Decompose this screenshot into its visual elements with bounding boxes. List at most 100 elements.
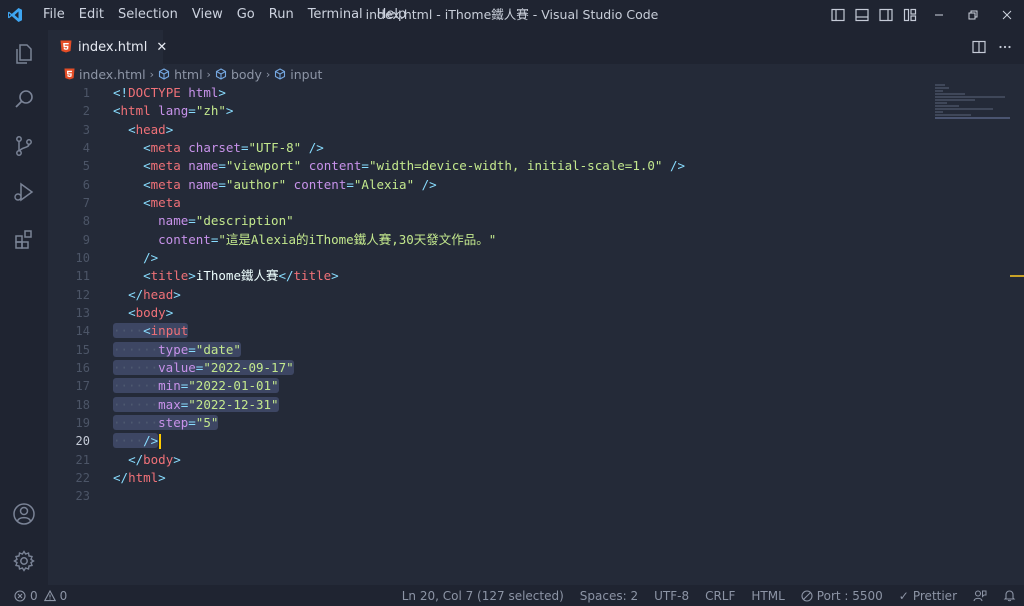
title-bar: File Edit Selection View Go Run Terminal… — [0, 0, 1024, 30]
toggle-primary-sidebar-icon[interactable] — [826, 0, 850, 30]
line-number: 5 — [82, 159, 90, 174]
menu-run[interactable]: Run — [262, 0, 301, 30]
code-line: </head> — [128, 286, 181, 302]
menu-help[interactable]: Help — [370, 0, 414, 30]
line-number: 10 — [75, 250, 90, 265]
code-lines: <!DOCTYPE html> <html lang="zh"> <head> … — [113, 84, 685, 506]
code-line: <!DOCTYPE html> — [113, 85, 226, 100]
breadcrumb-label: input — [290, 66, 323, 82]
menu-bar: File Edit Selection View Go Run Terminal… — [36, 0, 413, 30]
live-server-port[interactable]: Port : 5500 — [793, 589, 891, 603]
line-number: 9 — [82, 232, 90, 247]
line-number: 11 — [75, 269, 90, 284]
split-editor-icon[interactable] — [966, 32, 992, 62]
code-line: </body> — [128, 451, 181, 467]
breadcrumb: index.html › html › body › input — [48, 64, 1024, 84]
restore-icon[interactable] — [956, 0, 990, 30]
editor-actions — [966, 30, 1018, 64]
error-count: 0 — [30, 588, 38, 603]
vscode-logo-icon — [0, 0, 30, 30]
chevron-right-icon: › — [265, 67, 271, 81]
breadcrumb-label: index.html — [79, 66, 146, 82]
prettier-label: Prettier — [912, 588, 957, 603]
line-number: 7 — [82, 195, 90, 210]
encoding[interactable]: UTF-8 — [646, 589, 697, 603]
line-number: 14 — [75, 324, 90, 339]
end-of-line[interactable]: CRLF — [697, 589, 743, 603]
menu-go[interactable]: Go — [230, 0, 262, 30]
code-line: <meta name="author" content="Alexia" /> — [143, 176, 437, 192]
code-line: <meta — [143, 194, 181, 210]
toggle-secondary-sidebar-icon[interactable] — [874, 0, 898, 30]
more-actions-icon[interactable] — [992, 32, 1018, 62]
title-controls — [826, 0, 1024, 30]
vertical-scrollbar[interactable] — [1010, 84, 1024, 585]
breadcrumb-file[interactable]: index.html — [64, 67, 146, 82]
notifications-bell-icon[interactable] — [995, 589, 1024, 602]
search-icon[interactable] — [0, 75, 48, 123]
menu-file[interactable]: File — [36, 0, 72, 30]
problems-indicator[interactable]: 0 0 — [0, 589, 67, 603]
code-line-selected: ······value="2022-09-17" — [113, 359, 294, 375]
breadcrumb-body[interactable]: body — [215, 67, 262, 82]
source-control-icon[interactable] — [0, 122, 48, 170]
blocked-circle-icon — [801, 589, 813, 602]
code-line: <meta name="viewport" content="width=dev… — [143, 158, 686, 174]
explorer-icon[interactable] — [0, 30, 48, 78]
code-line: </html> — [113, 469, 166, 485]
code-line-selected: ····/> — [113, 432, 685, 450]
prettier-status[interactable]: ✓ Prettier — [891, 589, 965, 603]
code-line-selected: ····<input — [113, 323, 189, 339]
line-number: 19 — [75, 415, 90, 430]
line-number: 16 — [75, 360, 90, 375]
customize-layout-icon[interactable] — [898, 0, 922, 30]
html5-file-icon — [64, 68, 75, 80]
code-line-selected: ······step="5" — [113, 414, 219, 430]
menu-edit[interactable]: Edit — [72, 0, 111, 30]
line-number: 2 — [82, 104, 90, 119]
status-bar: 0 0 Ln 20, Col 7 (127 selected) Spaces: … — [0, 585, 1024, 606]
extensions-icon[interactable] — [0, 215, 48, 263]
menu-view[interactable]: View — [185, 0, 230, 30]
feedback-icon[interactable] — [965, 589, 995, 603]
account-icon[interactable] — [0, 490, 48, 538]
tab-label: index.html — [78, 40, 148, 55]
minimize-icon[interactable] — [922, 0, 956, 30]
error-icon — [14, 589, 26, 602]
minimap[interactable] — [935, 84, 1010, 124]
status-bar-right: Ln 20, Col 7 (127 selected) Spaces: 2 UT… — [394, 585, 1024, 606]
run-debug-icon[interactable] — [0, 168, 48, 216]
code-line-selected: ······max="2022-12-31" — [113, 396, 279, 412]
tab-close-icon[interactable]: ✕ — [156, 40, 167, 55]
breadcrumb-html[interactable]: html — [158, 67, 203, 82]
code-line-selected: ······min="2022-01-01" — [113, 378, 279, 394]
cursor-position[interactable]: Ln 20, Col 7 (127 selected) — [394, 589, 572, 603]
line-number: 21 — [75, 452, 90, 467]
indentation[interactable]: Spaces: 2 — [572, 589, 646, 603]
code-editor[interactable]: 1 2 3 4 5 6 7 8 9 10 11 12 13 14 15 16 1… — [48, 84, 1024, 585]
line-number: 13 — [75, 305, 90, 320]
code-line: <meta charset="UTF-8" /> — [143, 139, 324, 155]
code-line: <head> — [128, 121, 174, 137]
menu-selection[interactable]: Selection — [111, 0, 185, 30]
line-number: 3 — [82, 122, 90, 137]
toggle-panel-icon[interactable] — [850, 0, 874, 30]
language-mode[interactable]: HTML — [743, 589, 792, 603]
line-number: 18 — [75, 397, 90, 412]
close-window-icon[interactable] — [990, 0, 1024, 30]
breadcrumb-input[interactable]: input — [274, 67, 322, 82]
warning-icon — [43, 589, 56, 602]
port-label: Port : 5500 — [816, 588, 883, 603]
code-line-selected: ······type="date" — [113, 341, 241, 357]
menu-terminal[interactable]: Terminal — [301, 0, 370, 30]
line-number: 22 — [75, 470, 90, 485]
breadcrumb-label: body — [230, 66, 262, 82]
code-line: name="description" — [158, 213, 294, 229]
code-line: content="這是Alexia的iThome鐵人賽,30天發文作品。" — [158, 231, 497, 247]
tab-index-html[interactable]: index.html ✕ — [48, 30, 167, 64]
manage-gear-icon[interactable] — [0, 537, 48, 585]
check-icon: ✓ — [898, 588, 909, 603]
chevron-right-icon: › — [206, 67, 211, 81]
chevron-right-icon: › — [149, 67, 155, 81]
warning-count: 0 — [59, 588, 68, 603]
